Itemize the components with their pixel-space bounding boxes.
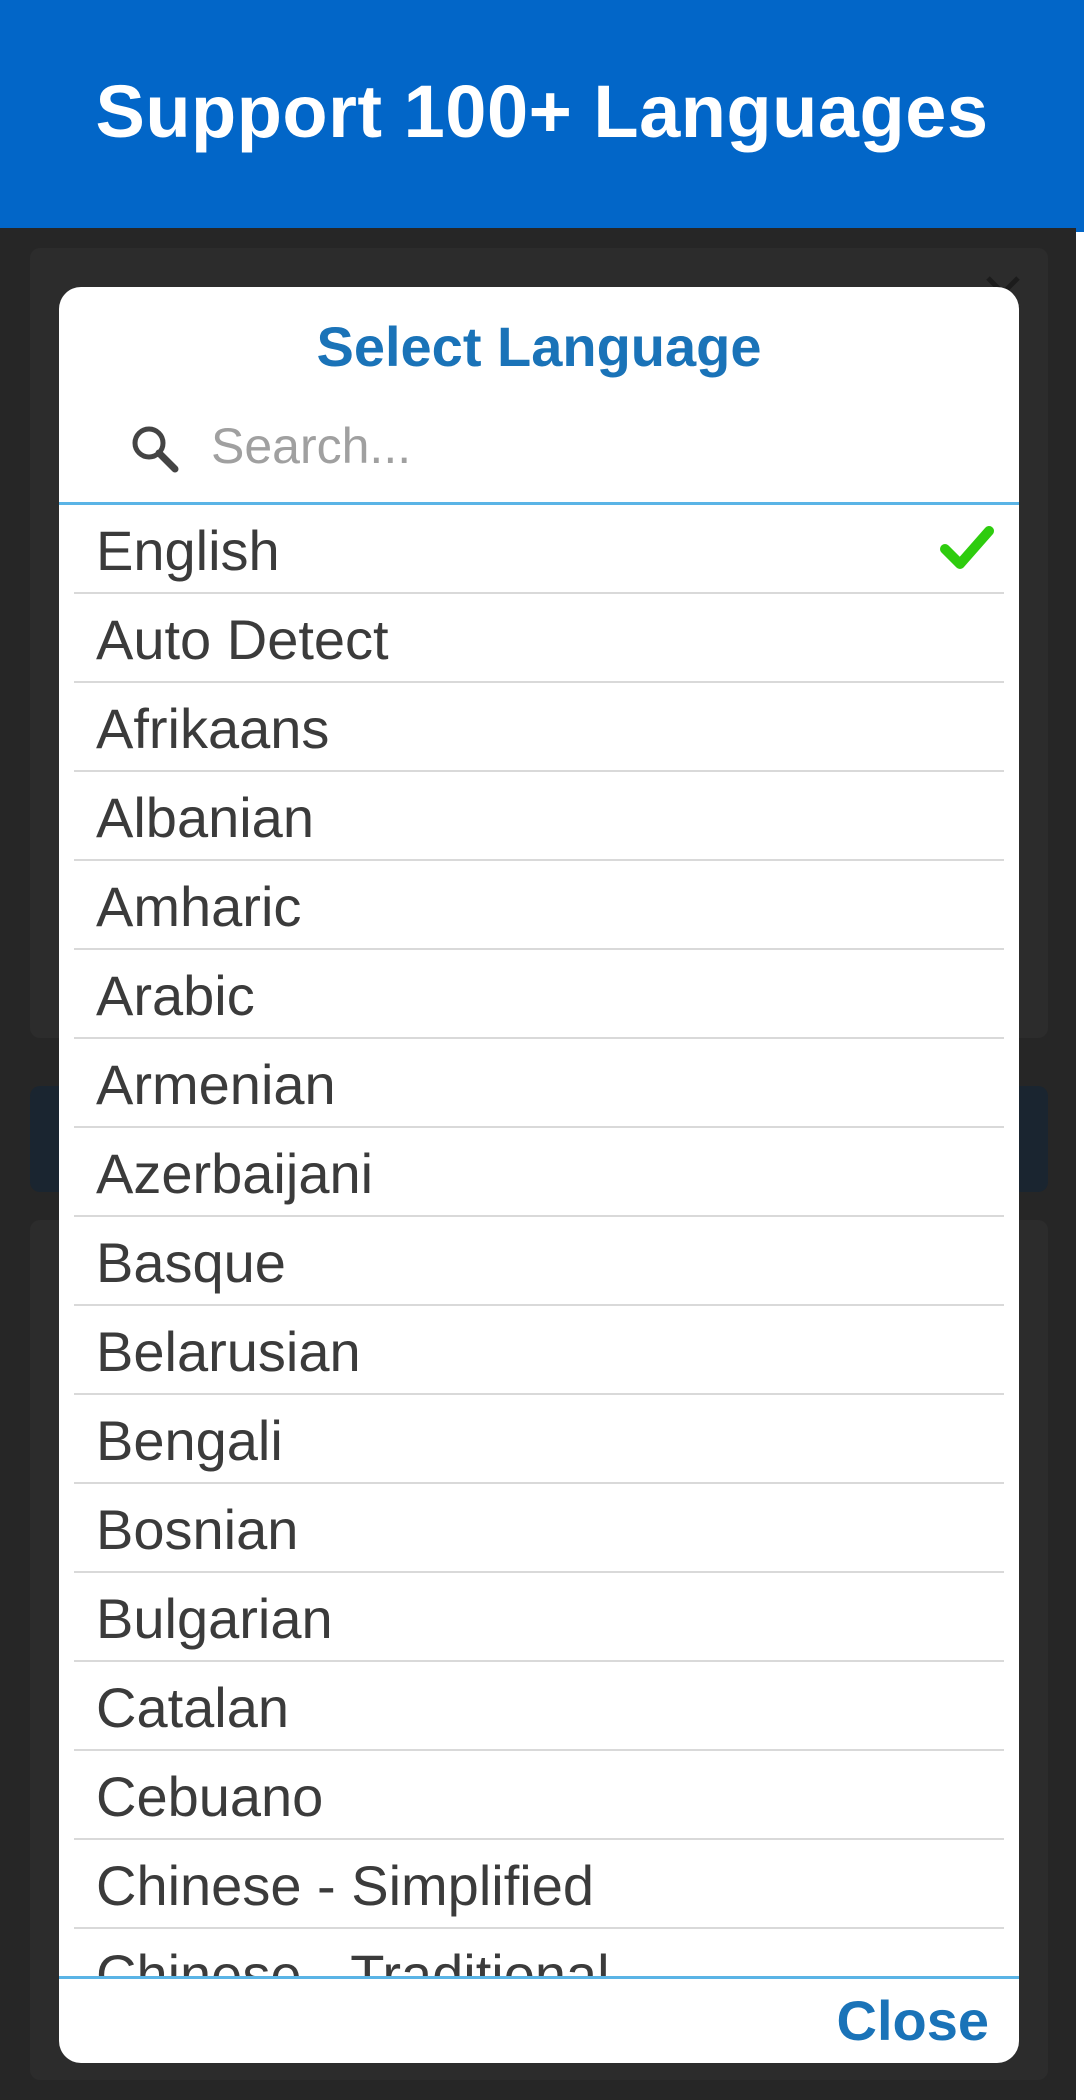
language-item[interactable]: Azerbaijani xyxy=(74,1128,1004,1217)
language-item[interactable]: Chinese - Traditional xyxy=(74,1929,1004,1976)
language-item[interactable]: Arabic xyxy=(74,950,1004,1039)
search-input[interactable] xyxy=(209,407,973,485)
language-item[interactable]: Bulgarian xyxy=(74,1573,1004,1662)
language-label: Bosnian xyxy=(96,1498,299,1561)
language-item[interactable]: Armenian xyxy=(74,1039,1004,1128)
language-label: Chinese - Traditional xyxy=(96,1943,610,1976)
language-label: Arabic xyxy=(96,964,255,1027)
language-item[interactable]: Bosnian xyxy=(74,1484,1004,1573)
language-label: Azerbaijani xyxy=(96,1142,374,1205)
language-dialog: Select Language English Auto Detect Afrika… xyxy=(59,287,1019,2063)
language-item[interactable]: Cebuano xyxy=(74,1751,1004,1840)
dialog-title: Select Language xyxy=(316,315,762,378)
banner-title: Support 100+ Languages xyxy=(95,69,989,153)
language-label: Catalan xyxy=(96,1676,290,1739)
language-item[interactable]: English xyxy=(74,505,1004,594)
search-bar xyxy=(59,399,1019,491)
language-item[interactable]: Chinese - Simplified xyxy=(74,1840,1004,1929)
language-label: Chinese - Simplified xyxy=(96,1854,594,1917)
checkmark-icon xyxy=(940,526,994,569)
search-icon xyxy=(132,426,179,473)
language-item[interactable]: Bengali xyxy=(74,1395,1004,1484)
language-item[interactable]: Afrikaans xyxy=(74,683,1004,772)
language-label: Auto Detect xyxy=(96,608,389,671)
language-label: Bengali xyxy=(96,1409,283,1472)
language-item[interactable]: Belarusian xyxy=(74,1306,1004,1395)
language-label: Basque xyxy=(96,1231,286,1294)
language-label: Albanian xyxy=(96,786,314,849)
language-label: Bulgarian xyxy=(96,1587,333,1650)
language-label: Amharic xyxy=(96,875,302,938)
language-item[interactable]: Catalan xyxy=(74,1662,1004,1751)
language-label: English xyxy=(96,519,280,582)
close-button[interactable]: Close xyxy=(837,1979,990,2063)
language-item[interactable]: Albanian xyxy=(74,772,1004,861)
language-item[interactable]: Basque xyxy=(74,1217,1004,1306)
language-list[interactable]: English Auto Detect Afrikaans Albanian Amhar… xyxy=(59,505,1019,1976)
language-label: Afrikaans xyxy=(96,697,330,760)
promo-banner: Support 100+ Languages xyxy=(0,0,1084,232)
language-label: Cebuano xyxy=(96,1765,324,1828)
language-item[interactable]: Auto Detect xyxy=(74,594,1004,683)
language-label: Belarusian xyxy=(96,1320,361,1383)
language-label: Armenian xyxy=(96,1053,336,1116)
language-item[interactable]: Amharic xyxy=(74,861,1004,950)
